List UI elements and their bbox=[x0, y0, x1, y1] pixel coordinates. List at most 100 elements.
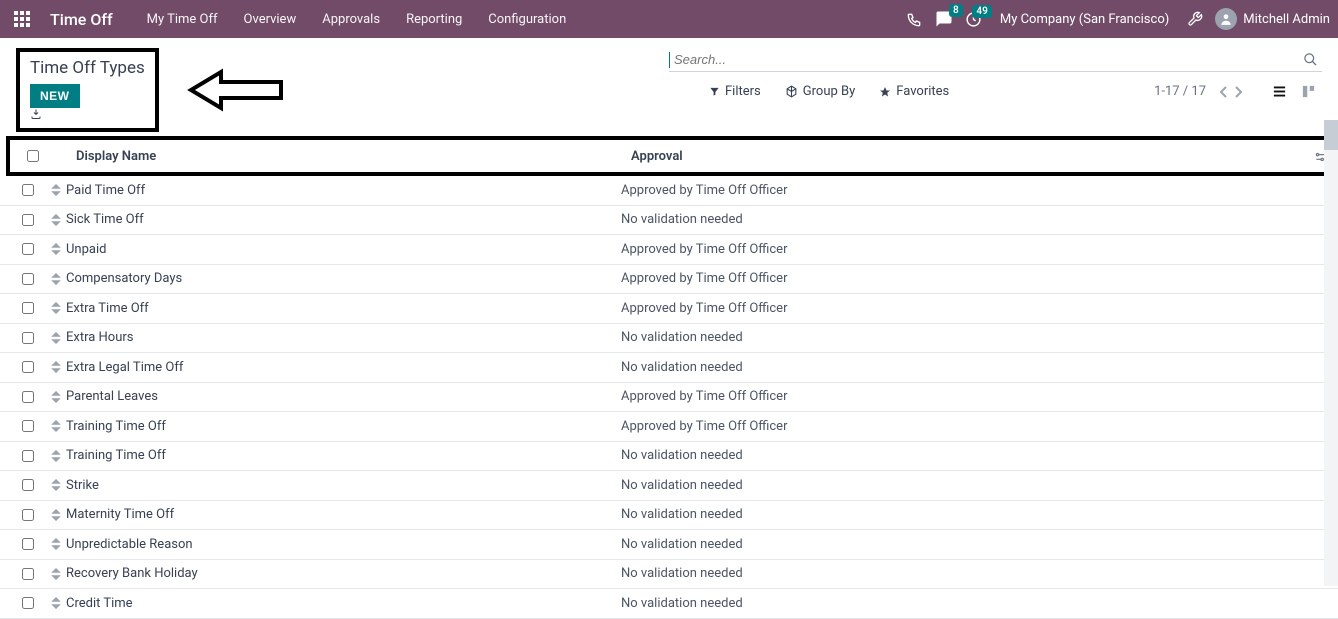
messages-icon[interactable]: 8 bbox=[935, 10, 953, 28]
row-checkbox[interactable] bbox=[22, 568, 34, 580]
cell-approval: Approved by Time Off Officer bbox=[621, 271, 1338, 286]
nav-links: My Time Off Overview Approvals Reporting… bbox=[135, 2, 579, 37]
table-row[interactable]: Paid Time Off Approved by Time Off Offic… bbox=[0, 176, 1338, 206]
row-checkbox[interactable] bbox=[22, 597, 34, 609]
row-checkbox[interactable] bbox=[22, 509, 34, 521]
nav-overview[interactable]: Overview bbox=[232, 2, 309, 37]
cell-approval: No validation needed bbox=[621, 448, 1338, 463]
search-input[interactable] bbox=[672, 48, 1299, 71]
row-checkbox[interactable] bbox=[22, 391, 34, 403]
phone-icon[interactable] bbox=[907, 11, 923, 27]
drag-handle-icon[interactable] bbox=[46, 597, 66, 609]
nav-configuration[interactable]: Configuration bbox=[476, 2, 578, 37]
favorites-label: Favorites bbox=[896, 84, 949, 99]
debug-icon[interactable] bbox=[1187, 11, 1203, 27]
table-row[interactable]: Training Time Off Approved by Time Off O… bbox=[0, 412, 1338, 442]
drag-handle-icon[interactable] bbox=[46, 332, 66, 344]
activity-view-button[interactable] bbox=[1295, 80, 1322, 103]
import-icon[interactable] bbox=[30, 108, 145, 120]
nav-my-time-off[interactable]: My Time Off bbox=[135, 2, 230, 37]
drag-handle-icon[interactable] bbox=[46, 509, 66, 521]
column-display-name[interactable]: Display Name bbox=[76, 149, 631, 164]
row-checkbox[interactable] bbox=[22, 184, 34, 196]
cell-display-name: Credit Time bbox=[66, 596, 621, 611]
cell-approval: Approved by Time Off Officer bbox=[621, 389, 1338, 404]
filters-button[interactable]: Filters bbox=[709, 84, 761, 99]
table-row[interactable]: Extra Time Off Approved by Time Off Offi… bbox=[0, 294, 1338, 324]
drag-handle-icon[interactable] bbox=[46, 391, 66, 403]
table-row[interactable]: Unpredictable Reason No validation neede… bbox=[0, 530, 1338, 560]
drag-handle-icon[interactable] bbox=[46, 302, 66, 314]
row-checkbox[interactable] bbox=[22, 361, 34, 373]
groupby-button[interactable]: Group By bbox=[785, 84, 856, 99]
row-checkbox[interactable] bbox=[22, 420, 34, 432]
drag-handle-icon[interactable] bbox=[46, 538, 66, 550]
table-row[interactable]: Parental Leaves Approved by Time Off Off… bbox=[0, 383, 1338, 413]
table-row[interactable]: Recovery Bank Holiday No validation need… bbox=[0, 560, 1338, 590]
scrollbar[interactable] bbox=[1324, 120, 1338, 586]
annotation-arrow-icon bbox=[186, 68, 286, 112]
pager-next[interactable] bbox=[1234, 86, 1242, 98]
table-row[interactable]: Maternity Time Off No validation needed bbox=[0, 501, 1338, 531]
row-checkbox[interactable] bbox=[22, 214, 34, 226]
scrollbar-thumb[interactable] bbox=[1324, 120, 1338, 150]
table-header: Display Name Approval bbox=[10, 140, 1328, 172]
company-selector[interactable]: My Company (San Francisco) bbox=[994, 12, 1175, 27]
drag-handle-icon[interactable] bbox=[46, 273, 66, 285]
page-title: Time Off Types bbox=[30, 58, 145, 78]
nav-approvals[interactable]: Approvals bbox=[310, 2, 392, 37]
cell-display-name: Training Time Off bbox=[66, 419, 621, 434]
cell-display-name: Extra Hours bbox=[66, 330, 621, 345]
search-bar[interactable] bbox=[669, 48, 1322, 72]
row-checkbox[interactable] bbox=[22, 273, 34, 285]
cell-display-name: Strike bbox=[66, 478, 621, 493]
table-row[interactable]: Strike No validation needed bbox=[0, 471, 1338, 501]
row-checkbox[interactable] bbox=[22, 243, 34, 255]
drag-handle-icon[interactable] bbox=[46, 420, 66, 432]
cell-approval: Approved by Time Off Officer bbox=[621, 183, 1338, 198]
table-row[interactable]: Extra Hours No validation needed bbox=[0, 324, 1338, 354]
row-checkbox[interactable] bbox=[22, 538, 34, 550]
cell-display-name: Extra Time Off bbox=[66, 301, 621, 316]
table-row[interactable]: Unpaid Approved by Time Off Officer bbox=[0, 235, 1338, 265]
search-icon[interactable] bbox=[1299, 48, 1322, 71]
nav-reporting[interactable]: Reporting bbox=[394, 2, 474, 37]
filters-label: Filters bbox=[725, 84, 761, 99]
cell-display-name: Maternity Time Off bbox=[66, 507, 621, 522]
select-all-checkbox[interactable] bbox=[27, 150, 39, 162]
activities-badge: 49 bbox=[972, 5, 991, 18]
row-checkbox[interactable] bbox=[22, 332, 34, 344]
drag-handle-icon[interactable] bbox=[46, 184, 66, 196]
cell-approval: Approved by Time Off Officer bbox=[621, 419, 1338, 434]
table-header-annotation-box: Display Name Approval bbox=[6, 136, 1332, 176]
drag-handle-icon[interactable] bbox=[46, 450, 66, 462]
pager-prev[interactable] bbox=[1220, 86, 1228, 98]
row-checkbox[interactable] bbox=[22, 450, 34, 462]
table-row[interactable]: Extra Legal Time Off No validation neede… bbox=[0, 353, 1338, 383]
user-menu[interactable]: Mitchell Admin bbox=[1215, 8, 1330, 30]
table-row[interactable]: Compensatory Days Approved by Time Off O… bbox=[0, 265, 1338, 295]
cell-display-name: Paid Time Off bbox=[66, 183, 621, 198]
table-body: Paid Time Off Approved by Time Off Offic… bbox=[0, 176, 1338, 619]
cell-approval: No validation needed bbox=[621, 212, 1338, 227]
list-view-button[interactable] bbox=[1266, 80, 1293, 103]
new-button[interactable]: NEW bbox=[30, 84, 80, 108]
row-checkbox[interactable] bbox=[22, 302, 34, 314]
apps-menu-icon[interactable] bbox=[8, 5, 36, 33]
activities-icon[interactable]: 49 bbox=[965, 11, 982, 28]
drag-handle-icon[interactable] bbox=[46, 361, 66, 373]
drag-handle-icon[interactable] bbox=[46, 479, 66, 491]
drag-handle-icon[interactable] bbox=[46, 214, 66, 226]
favorites-button[interactable]: Favorites bbox=[879, 84, 949, 99]
app-name[interactable]: Time Off bbox=[40, 10, 123, 29]
column-approval[interactable]: Approval bbox=[631, 149, 1328, 164]
messages-badge: 8 bbox=[949, 4, 963, 17]
drag-handle-icon[interactable] bbox=[46, 243, 66, 255]
cell-display-name: Compensatory Days bbox=[66, 271, 621, 286]
drag-handle-icon[interactable] bbox=[46, 568, 66, 580]
table-row[interactable]: Sick Time Off No validation needed bbox=[0, 206, 1338, 236]
table-row[interactable]: Training Time Off No validation needed bbox=[0, 442, 1338, 472]
row-checkbox[interactable] bbox=[22, 479, 34, 491]
table-row[interactable]: Credit Time No validation needed bbox=[0, 589, 1338, 619]
pager-text[interactable]: 1-17 / 17 bbox=[1154, 84, 1206, 99]
